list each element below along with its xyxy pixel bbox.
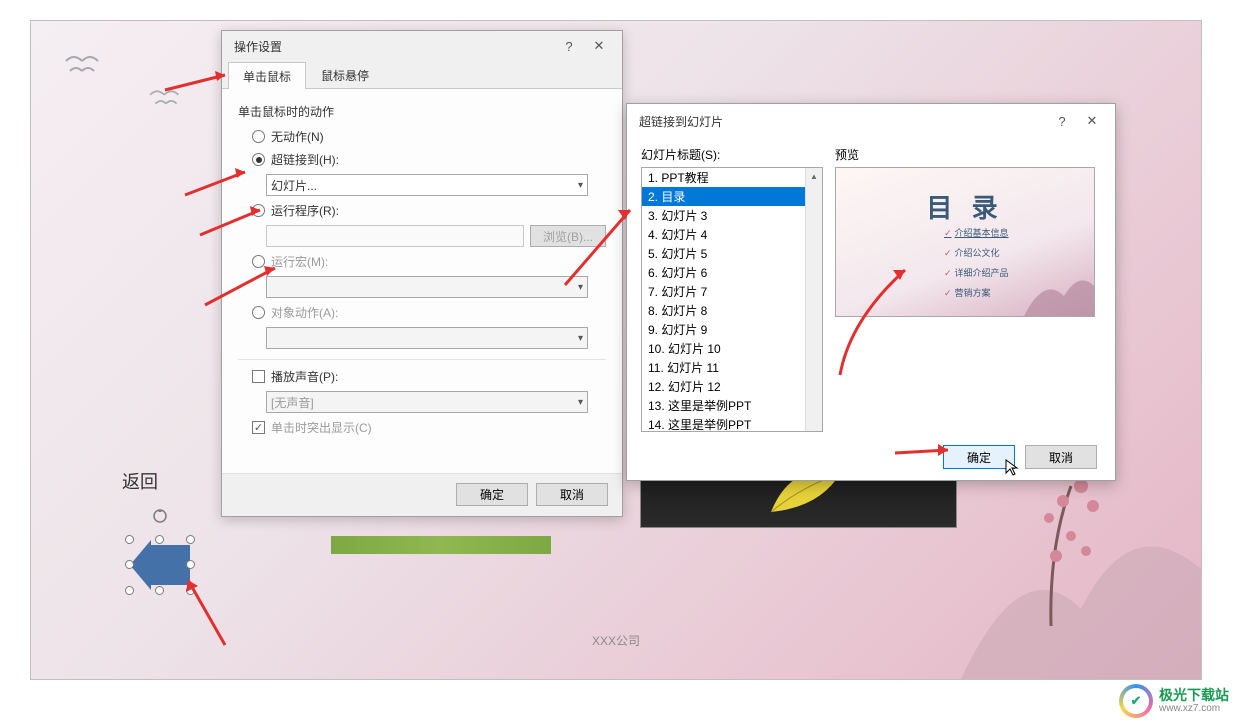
preview-item: ✓营销方案 — [944, 286, 991, 299]
radio-none[interactable] — [252, 130, 265, 143]
tab-mouse-click[interactable]: 单击鼠标 — [228, 62, 306, 89]
list-item[interactable]: 7. 幻灯片 7 — [642, 282, 822, 301]
rotate-handle-icon[interactable] — [152, 508, 168, 524]
resize-handle[interactable] — [125, 560, 134, 569]
slide-listbox[interactable]: 1. PPT教程2. 目录3. 幻灯片 34. 幻灯片 45. 幻灯片 56. … — [641, 167, 823, 432]
help-button[interactable]: ? — [554, 34, 584, 58]
list-item[interactable]: 12. 幻灯片 12 — [642, 377, 822, 396]
radio-none-label: 无动作(N) — [271, 128, 324, 145]
ok-button[interactable]: 确定 — [943, 445, 1015, 469]
dialog-title: 操作设置 — [234, 38, 282, 55]
resize-handle[interactable] — [186, 535, 195, 544]
highlight-label: 单击时突出显示(C) — [271, 419, 372, 436]
preview-item: ✓介绍基本信息 — [944, 226, 1009, 239]
list-item[interactable]: 4. 幻灯片 4 — [642, 225, 822, 244]
resize-handle[interactable] — [155, 535, 164, 544]
resize-handle[interactable] — [125, 586, 134, 595]
preview-item: ✓详细介绍产品 — [944, 266, 1009, 279]
radio-hyperlink-label: 超链接到(H): — [271, 151, 339, 168]
preview-title: 目 录 — [926, 188, 1003, 225]
radio-run-macro-label: 运行宏(M): — [271, 253, 328, 270]
bird-decoration-icon — [147, 86, 185, 108]
radio-object-action[interactable] — [252, 306, 265, 319]
action-settings-dialog: 操作设置 ? ✕ 单击鼠标 鼠标悬停 单击鼠标时的动作 无动作(N) 超链接到(… — [221, 30, 623, 517]
hyperlink-target-combo[interactable]: 幻灯片... ▾ — [266, 174, 588, 196]
arrow-left-icon — [130, 540, 190, 590]
section-label: 单击鼠标时的动作 — [238, 103, 606, 120]
list-item[interactable]: 13. 这里是举例PPT — [642, 396, 822, 415]
list-item[interactable]: 14. 这里是举例PPT — [642, 415, 822, 432]
list-item[interactable]: 1. PPT教程 — [642, 168, 822, 187]
combo-value: 幻灯片... — [271, 177, 317, 194]
list-item[interactable]: 10. 幻灯片 10 — [642, 339, 822, 358]
program-path-input[interactable] — [266, 225, 524, 247]
close-button[interactable]: ✕ — [584, 34, 614, 58]
hyperlink-slide-dialog: 超链接到幻灯片 ? ✕ 幻灯片标题(S): 1. PPT教程2. 目录3. 幻灯… — [626, 103, 1116, 481]
ok-button[interactable]: 确定 — [456, 483, 528, 506]
preview-label: 预览 — [835, 146, 1101, 163]
list-item[interactable]: 3. 幻灯片 3 — [642, 206, 822, 225]
dialog-titlebar[interactable]: 操作设置 ? ✕ — [222, 31, 622, 61]
browse-button[interactable]: 浏览(B)... — [530, 225, 606, 247]
object-action-combo: ▾ — [266, 327, 588, 349]
watermark-url: www.xz7.com — [1159, 703, 1229, 714]
watermark: ✔ 极光下载站 www.xz7.com — [1119, 684, 1229, 718]
return-text-label: 返回 — [122, 468, 158, 494]
slide-preview: 目 录 ✓介绍基本信息 ✓介绍公文化 ✓详细介绍产品 ✓营销方案 — [835, 167, 1095, 317]
radio-hyperlink[interactable] — [252, 153, 265, 166]
list-item[interactable]: 9. 幻灯片 9 — [642, 320, 822, 339]
chevron-down-icon: ▾ — [578, 282, 583, 293]
slide-footer: XXX公司 — [592, 632, 640, 649]
list-item[interactable]: 11. 幻灯片 11 — [642, 358, 822, 377]
scrollbar[interactable]: ▲ — [805, 168, 822, 431]
cancel-button[interactable]: 取消 — [1025, 445, 1097, 469]
preview-item: ✓介绍公文化 — [944, 246, 1000, 259]
resize-handle[interactable] — [186, 560, 195, 569]
macro-combo: ▾ — [266, 276, 588, 298]
grass-image — [331, 536, 551, 554]
watermark-logo-icon: ✔ — [1119, 684, 1153, 718]
tab-mouse-hover[interactable]: 鼠标悬停 — [306, 61, 384, 88]
list-item[interactable]: 8. 幻灯片 8 — [642, 301, 822, 320]
list-item[interactable]: 2. 目录 — [642, 187, 822, 206]
resize-handle[interactable] — [125, 535, 134, 544]
sound-combo: [无声音] ▾ — [266, 391, 588, 413]
help-button[interactable]: ? — [1047, 109, 1077, 133]
checkbox-highlight[interactable] — [252, 421, 265, 434]
close-button[interactable]: ✕ — [1077, 109, 1107, 133]
back-arrow-shape[interactable] — [130, 540, 190, 590]
resize-handle[interactable] — [186, 586, 195, 595]
chevron-down-icon: ▾ — [578, 397, 583, 408]
checkbox-play-sound[interactable] — [252, 370, 265, 383]
chevron-down-icon: ▾ — [578, 333, 583, 344]
sound-value: [无声音] — [271, 394, 314, 411]
watermark-name: 极光下载站 — [1159, 688, 1229, 703]
play-sound-label: 播放声音(P): — [271, 368, 338, 385]
resize-handle[interactable] — [155, 586, 164, 595]
radio-run-macro[interactable] — [252, 255, 265, 268]
dialog-titlebar[interactable]: 超链接到幻灯片 ? ✕ — [627, 104, 1115, 138]
list-item[interactable]: 6. 幻灯片 6 — [642, 263, 822, 282]
list-item[interactable]: 5. 幻灯片 5 — [642, 244, 822, 263]
list-label: 幻灯片标题(S): — [641, 146, 823, 163]
dialog-title: 超链接到幻灯片 — [639, 113, 723, 130]
bird-decoration-icon — [64, 51, 104, 76]
radio-object-action-label: 对象动作(A): — [271, 304, 338, 321]
chevron-down-icon: ▾ — [578, 180, 583, 191]
radio-run-program[interactable] — [252, 204, 265, 217]
dialog-tabs: 单击鼠标 鼠标悬停 — [222, 61, 622, 89]
radio-run-program-label: 运行程序(R): — [271, 202, 339, 219]
cancel-button[interactable]: 取消 — [536, 483, 608, 506]
